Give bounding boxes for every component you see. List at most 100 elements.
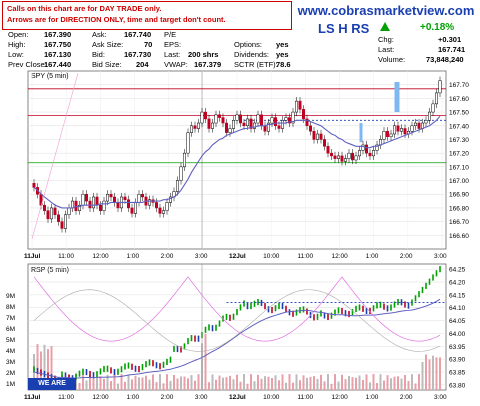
spy-candle (53, 207, 57, 216)
rsp-y-tick: 64.20 (449, 280, 466, 287)
rsp-y-tick: 64.00 (449, 331, 466, 338)
spy-candle (193, 125, 197, 129)
spy-candle (435, 92, 438, 105)
spy-candle (186, 132, 190, 154)
rsp-x-tick: 3:00 (195, 394, 208, 401)
spy-candle (312, 130, 316, 140)
rsp-volume-bar (103, 378, 105, 390)
rsp-volume-bar (281, 374, 284, 390)
spy-candlestick-chart: SPY (5 min) 167.70 167.60 167.50 167.40 167.3… (24, 70, 469, 260)
spy-candle (242, 122, 246, 127)
rsp-volume-bar (85, 380, 88, 390)
rsp-volume-bar (285, 382, 287, 390)
rsp-volume-bar (404, 374, 406, 390)
rsp-volume-bar (141, 377, 144, 390)
rsp-x-tick: 12Jul (229, 394, 246, 401)
we-are-here-badge: WE ARE HERE! (28, 378, 76, 399)
rsp-volume-bar (138, 377, 140, 390)
rsp-volume-bar (271, 378, 273, 390)
rsp-volume-bar (327, 374, 329, 390)
spy-x-tick: 11:00 (297, 253, 313, 260)
rsp-volume-bar (110, 381, 112, 390)
spy-candle (347, 152, 351, 159)
rsp-volume-bar (397, 376, 399, 390)
rsp-volume-bar (99, 376, 102, 390)
spy-candle (368, 152, 372, 157)
rsp-volume-bar (365, 374, 368, 390)
spy-candle (333, 155, 337, 159)
rsp-volume-bar (78, 382, 81, 390)
rsp-volume-bar (257, 374, 259, 390)
spy-x-tick: 12:00 (332, 253, 349, 260)
change-percent: +0.18% (420, 22, 455, 33)
rsp-volume-bar (208, 382, 210, 390)
rsp-volume-bar (176, 378, 179, 390)
spy-candle (99, 204, 102, 211)
site-url[interactable]: www.cobrasmarketview.com (296, 1, 476, 20)
spy-candle (64, 214, 67, 229)
spy-candle (46, 210, 50, 220)
spy-candle (225, 122, 228, 133)
spy-candle (74, 200, 78, 211)
spy-x-tick: 11:00 (58, 253, 74, 260)
spy-candle (330, 152, 333, 157)
options-label: Options: (234, 40, 262, 49)
spy-candle (127, 199, 130, 209)
spy-candle (50, 207, 53, 220)
spy-x-tick: 2:00 (400, 253, 413, 260)
pe-label: P/E (164, 30, 177, 39)
rsp-volume-bar (421, 361, 424, 390)
ask-value: 167.740 (124, 30, 152, 39)
rsp-y-tick: 64.15 (449, 292, 466, 299)
spy-x-tick: 3:00 (434, 253, 447, 260)
rsp-volume-tick: 9M (6, 293, 15, 300)
spy-candle (284, 117, 288, 121)
spy-candle (81, 193, 85, 206)
notice-line-1: Calls on this chart are for DAY TRADE on… (7, 4, 162, 13)
rsp-y-tick: 64.25 (449, 267, 466, 274)
spy-candle (165, 202, 169, 211)
rsp-x-tick: 3:00 (434, 394, 447, 401)
last-volume-value: 200 shrs (188, 50, 219, 59)
spy-candle (281, 120, 284, 129)
spy-candle (358, 150, 361, 157)
rsp-y-tick: 63.95 (449, 344, 466, 351)
rsp-volume-bar (320, 374, 322, 390)
open-value: 167.390 (44, 30, 72, 39)
spy-candle (116, 202, 120, 209)
rsp-volume-bar (197, 374, 200, 390)
rsp-volume-bar (299, 380, 301, 390)
dividends-value: yes (276, 50, 289, 59)
chart-page: Calls on this chart are for DAY TRADE on… (0, 0, 480, 406)
rsp-y-tick: 63.90 (449, 357, 466, 364)
spy-y-tick: 166.90 (449, 192, 469, 199)
low-label: Low: (8, 50, 24, 59)
rsp-volume-bar (274, 375, 277, 390)
bid-value: 167.730 (124, 50, 152, 59)
spy-candle (232, 120, 235, 129)
spy-candle (235, 114, 239, 121)
rsp-volume-bar (222, 377, 224, 390)
notice-box: Calls on this chart are for DAY TRADE on… (2, 1, 292, 30)
spy-candle (43, 204, 46, 211)
rsp-volume-bar (348, 375, 350, 390)
rsp-y-tick: 63.80 (449, 382, 466, 389)
rsp-volume-bar (316, 378, 319, 390)
last-price-label: Last: (378, 45, 395, 54)
rsp-volume-bar (309, 376, 312, 390)
last-label: Last: (164, 50, 181, 59)
rsp-volume-bar (166, 374, 168, 390)
spy-candle (319, 133, 323, 140)
rsp-volume-bar (96, 376, 98, 390)
rsp-volume-bar (173, 375, 175, 390)
spy-candle (176, 180, 179, 192)
rsp-volume-bar (264, 376, 266, 390)
rsp-volume-bar (253, 381, 256, 390)
spy-candle (316, 133, 319, 140)
rsp-volume-tick: 5M (6, 337, 15, 344)
rsp-volume-bar (407, 380, 410, 390)
spy-candle (340, 155, 344, 162)
rsp-volume-bar (131, 379, 133, 390)
spy-x-tick: 12:00 (92, 253, 109, 260)
spy-candle (71, 200, 74, 209)
